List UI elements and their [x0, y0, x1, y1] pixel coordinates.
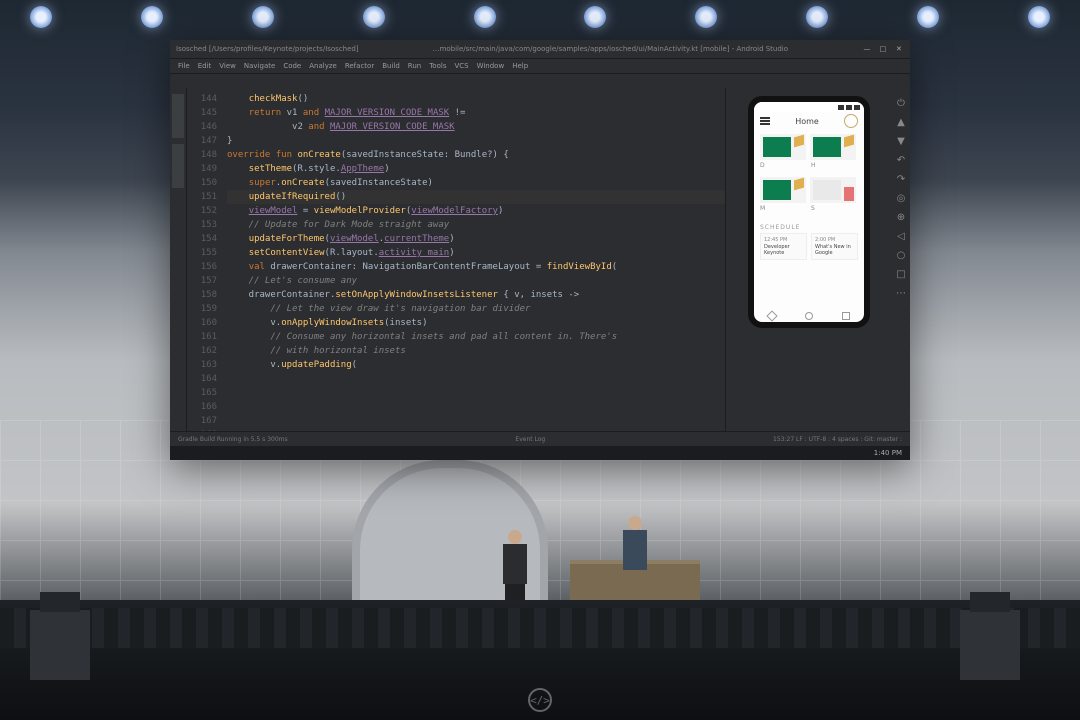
menu-view[interactable]: View [219, 62, 236, 70]
phone-appbar: Home [754, 112, 864, 130]
menu-file[interactable]: File [178, 62, 190, 70]
tv-camera [960, 610, 1020, 680]
stage-light-icon [30, 6, 52, 28]
emulator-toolbar: ⏻ ▲ ▼ ↶ ↷ ◎ ⊕ ◁ ○ □ ⋯ [892, 88, 910, 431]
ide-statusbar: Gradle Build Running in 5.5 s 300ms Even… [170, 431, 910, 446]
minimize-icon[interactable]: — [862, 44, 872, 54]
category-tile[interactable] [810, 134, 856, 160]
avatar-icon[interactable] [844, 114, 858, 128]
event-log-link[interactable]: Event Log [515, 436, 545, 443]
menu-help[interactable]: Help [512, 62, 528, 70]
stage-light-icon [141, 6, 163, 28]
project-tool-tab[interactable] [172, 94, 184, 138]
menu-edit[interactable]: Edit [198, 62, 212, 70]
camera-icon[interactable]: ◎ [897, 193, 906, 204]
close-icon[interactable]: ✕ [894, 44, 904, 54]
tile-label: M [760, 205, 807, 212]
schedule-heading: SCHEDULE [760, 224, 858, 231]
session-time: 12:45 PM [764, 237, 803, 243]
line-gutter: 1441451461471481491501511521531541551561… [187, 88, 223, 431]
category-tile[interactable] [760, 134, 806, 160]
session-time: 2:00 PM [815, 237, 854, 243]
ide-titlebar: Isosched [/Users/profiles/Keynote/projec… [170, 40, 910, 58]
battery-icon [854, 105, 860, 110]
maximize-icon[interactable]: □ [878, 44, 888, 54]
phone-navbar [754, 310, 864, 322]
conference-stage-photo: Isosched [/Users/profiles/Keynote/projec… [0, 0, 1080, 720]
session-card[interactable]: 12:45 PM Developer Keynote [760, 233, 807, 260]
projected-ide-screen: Isosched [/Users/profiles/Keynote/projec… [170, 40, 910, 460]
build-status: Gradle Build Running in 5.5 s 300ms [178, 436, 288, 443]
overview-icon[interactable]: □ [896, 269, 905, 280]
more-icon[interactable]: ⋯ [896, 288, 906, 299]
clock: 1:40 PM [874, 449, 902, 457]
structure-tool-tab[interactable] [172, 144, 184, 188]
emulator-panel: Home D H [725, 88, 892, 431]
stage-light-icon [1028, 6, 1050, 28]
phone-preview: Home D H [748, 96, 870, 328]
tile-label: H [811, 162, 858, 169]
menu-vcs[interactable]: VCS [454, 62, 468, 70]
tile-label: D [760, 162, 807, 169]
menu-run[interactable]: Run [408, 62, 421, 70]
wifi-icon [838, 105, 844, 110]
phone-title: Home [795, 117, 819, 126]
zoom-icon[interactable]: ⊕ [897, 212, 905, 223]
stage-light-icon [252, 6, 274, 28]
stage-light-icon [363, 6, 385, 28]
phone-statusbar [754, 102, 864, 112]
code-area[interactable]: checkMask() return v1 and MAJOR_VERSION_… [223, 88, 725, 431]
stage-light-icon [806, 6, 828, 28]
home-icon[interactable] [805, 312, 813, 320]
volume-up-icon[interactable]: ▲ [897, 117, 905, 128]
stage-light-icon [474, 6, 496, 28]
category-tile[interactable] [810, 177, 856, 203]
menu-build[interactable]: Build [382, 62, 400, 70]
ide-left-toolstrip [170, 88, 187, 431]
presenter-seated [620, 516, 650, 566]
home-icon[interactable]: ○ [897, 250, 906, 261]
ide-title-file: …mobile/src/main/java/com/google/samples… [433, 45, 788, 53]
back-icon[interactable] [767, 310, 778, 321]
rotate-right-icon[interactable]: ↷ [897, 174, 905, 185]
menu-code[interactable]: Code [283, 62, 301, 70]
category-tile[interactable] [760, 177, 806, 203]
recents-icon[interactable] [842, 312, 850, 320]
menu-refactor[interactable]: Refactor [345, 62, 374, 70]
stage-light-icon [695, 6, 717, 28]
code-editor[interactable]: 1441451461471481491501511521531541551561… [187, 88, 725, 431]
menu-window[interactable]: Window [477, 62, 505, 70]
ide-toolbar [170, 73, 910, 88]
rotate-left-icon[interactable]: ↶ [897, 155, 905, 166]
tv-camera [30, 610, 90, 680]
watermark-icon: </> [528, 688, 552, 712]
ide-title-path: Isosched [/Users/profiles/Keynote/projec… [176, 45, 359, 53]
hamburger-icon[interactable] [760, 117, 770, 125]
power-icon[interactable]: ⏻ [897, 98, 905, 109]
session-card[interactable]: 2:00 PM What's New in Google [811, 233, 858, 260]
menu-navigate[interactable]: Navigate [244, 62, 275, 70]
back-icon[interactable]: ◁ [897, 231, 905, 242]
signal-icon [846, 105, 852, 110]
tile-label: S [811, 205, 858, 212]
mac-menubar: 1:40 PM [170, 446, 910, 460]
menu-analyze[interactable]: Analyze [309, 62, 337, 70]
menu-tools[interactable]: Tools [429, 62, 446, 70]
caret-status: 153:27 LF : UTF-8 : 4 spaces : Git: mast… [773, 436, 902, 443]
session-title: Developer Keynote [764, 244, 803, 256]
volume-down-icon[interactable]: ▼ [897, 136, 905, 147]
presenter-standing [500, 530, 530, 610]
stage-light-icon [917, 6, 939, 28]
stage-light-icon [584, 6, 606, 28]
ide-menubar: File Edit View Navigate Code Analyze Refactor B… [170, 58, 910, 73]
session-title: What's New in Google [815, 244, 854, 256]
